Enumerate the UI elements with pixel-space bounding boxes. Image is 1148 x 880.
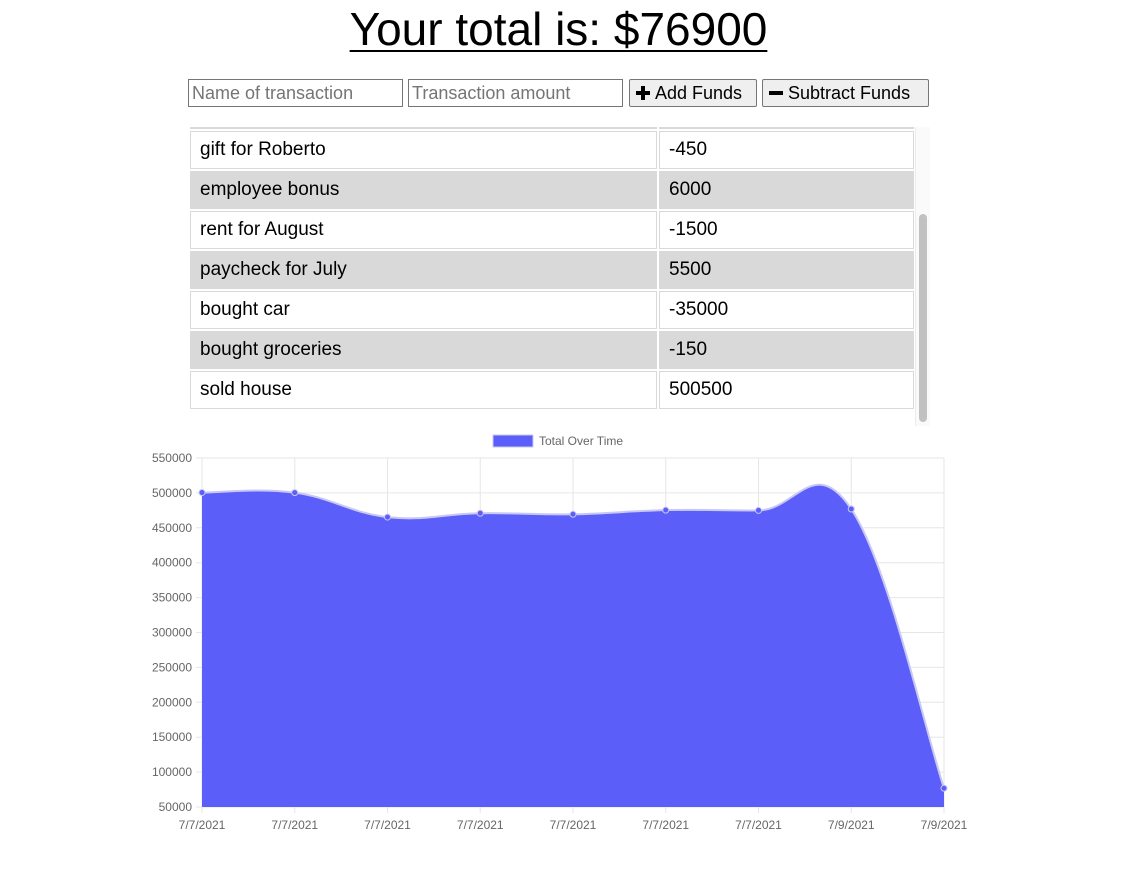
transaction-amount: -1500 xyxy=(659,211,914,249)
chart-grid xyxy=(196,457,945,813)
table-row: employee bonus 6000 xyxy=(190,171,914,209)
table-row-partial xyxy=(190,127,914,129)
x-tick-label: 7/7/2021 xyxy=(457,818,504,832)
series-area xyxy=(202,484,944,807)
transaction-amount-input[interactable] xyxy=(408,79,623,107)
chart-legend[interactable]: Total Over Time xyxy=(492,434,623,448)
transaction-name: sold house xyxy=(190,371,657,409)
table-row: rent for August -1500 xyxy=(190,211,914,249)
data-point[interactable] xyxy=(476,509,484,517)
transaction-name: bought groceries xyxy=(190,331,657,369)
y-tick-label: 500000 xyxy=(152,486,192,500)
x-tick-label: 7/9/2021 xyxy=(921,818,968,832)
transaction-amount: -150 xyxy=(659,331,914,369)
x-tick-label: 7/7/2021 xyxy=(179,818,226,832)
subtract-funds-button[interactable]: Subtract Funds xyxy=(762,79,929,107)
add-funds-button[interactable]: Add Funds xyxy=(629,79,757,107)
transactions-table-container[interactable]: gift for Roberto -450 employee bonus 6000 … xyxy=(188,127,930,426)
table-row: bought car -35000 xyxy=(190,291,914,329)
y-tick-label: 450000 xyxy=(152,521,192,535)
table-row: gift for Roberto -450 xyxy=(190,131,914,169)
transactions-table: gift for Roberto -450 employee bonus 6000 … xyxy=(188,127,916,411)
add-funds-label: Add Funds xyxy=(655,82,743,103)
y-tick-label: 200000 xyxy=(152,695,192,709)
x-tick-label: 7/7/2021 xyxy=(364,818,411,832)
transaction-name: rent for August xyxy=(190,211,657,249)
minus-icon xyxy=(769,86,783,100)
x-tick-label: 7/7/2021 xyxy=(735,818,782,832)
transaction-amount: 5500 xyxy=(659,251,914,289)
transaction-name-input[interactable] xyxy=(188,79,403,107)
transaction-amount: 500500 xyxy=(659,371,914,409)
data-point[interactable] xyxy=(198,489,206,497)
y-tick-label: 250000 xyxy=(152,660,192,674)
data-point[interactable] xyxy=(847,505,855,513)
legend-label: Total Over Time xyxy=(539,434,623,448)
data-point[interactable] xyxy=(662,506,670,514)
chart-points xyxy=(198,489,948,792)
series-line xyxy=(201,483,945,789)
data-point[interactable] xyxy=(384,513,391,521)
table-scrollbar[interactable] xyxy=(915,127,930,426)
transaction-amount: 6000 xyxy=(659,171,914,209)
y-tick-label: 300000 xyxy=(152,626,192,640)
chart-area-layer xyxy=(201,483,945,807)
transaction-name: employee bonus xyxy=(190,171,657,209)
data-point[interactable] xyxy=(755,506,762,514)
data-point[interactable] xyxy=(291,489,299,497)
x-tick-label: 7/7/2021 xyxy=(642,818,689,832)
transaction-name: gift for Roberto xyxy=(190,131,657,169)
scrollbar-thumb[interactable] xyxy=(919,214,927,422)
y-tick-label: 50000 xyxy=(159,800,193,814)
y-axis-ticks: 50000 100000 150000 200000 250000 300000 35000… xyxy=(152,451,192,814)
data-point[interactable] xyxy=(940,784,948,792)
y-tick-label: 350000 xyxy=(152,591,192,605)
transaction-amount: -450 xyxy=(659,131,914,169)
transaction-name: paycheck for July xyxy=(190,251,657,289)
subtract-funds-label: Subtract Funds xyxy=(788,82,911,103)
total-heading: Your total is: $76900 xyxy=(0,0,1117,58)
transaction-amount: -35000 xyxy=(659,291,914,329)
y-tick-label: 100000 xyxy=(152,765,192,779)
table-row: bought groceries -150 xyxy=(190,331,914,369)
legend-swatch xyxy=(492,434,534,448)
plus-icon xyxy=(636,86,650,100)
transaction-name: bought car xyxy=(190,291,657,329)
x-tick-label: 7/9/2021 xyxy=(828,818,875,832)
data-point[interactable] xyxy=(569,510,577,518)
y-tick-label: 400000 xyxy=(152,556,192,570)
x-tick-label: 7/7/2021 xyxy=(271,818,318,832)
x-axis-ticks: 7/7/2021 7/7/2021 7/7/2021 7/7/2021 7/7/2021… xyxy=(179,818,968,832)
y-tick-label: 550000 xyxy=(152,451,192,465)
x-tick-label: 7/7/2021 xyxy=(550,818,597,832)
table-row: sold house 500500 xyxy=(190,371,914,409)
table-row: paycheck for July 5500 xyxy=(190,251,914,289)
y-tick-label: 150000 xyxy=(152,730,192,744)
total-text: Your total is: $76900 xyxy=(349,3,768,55)
